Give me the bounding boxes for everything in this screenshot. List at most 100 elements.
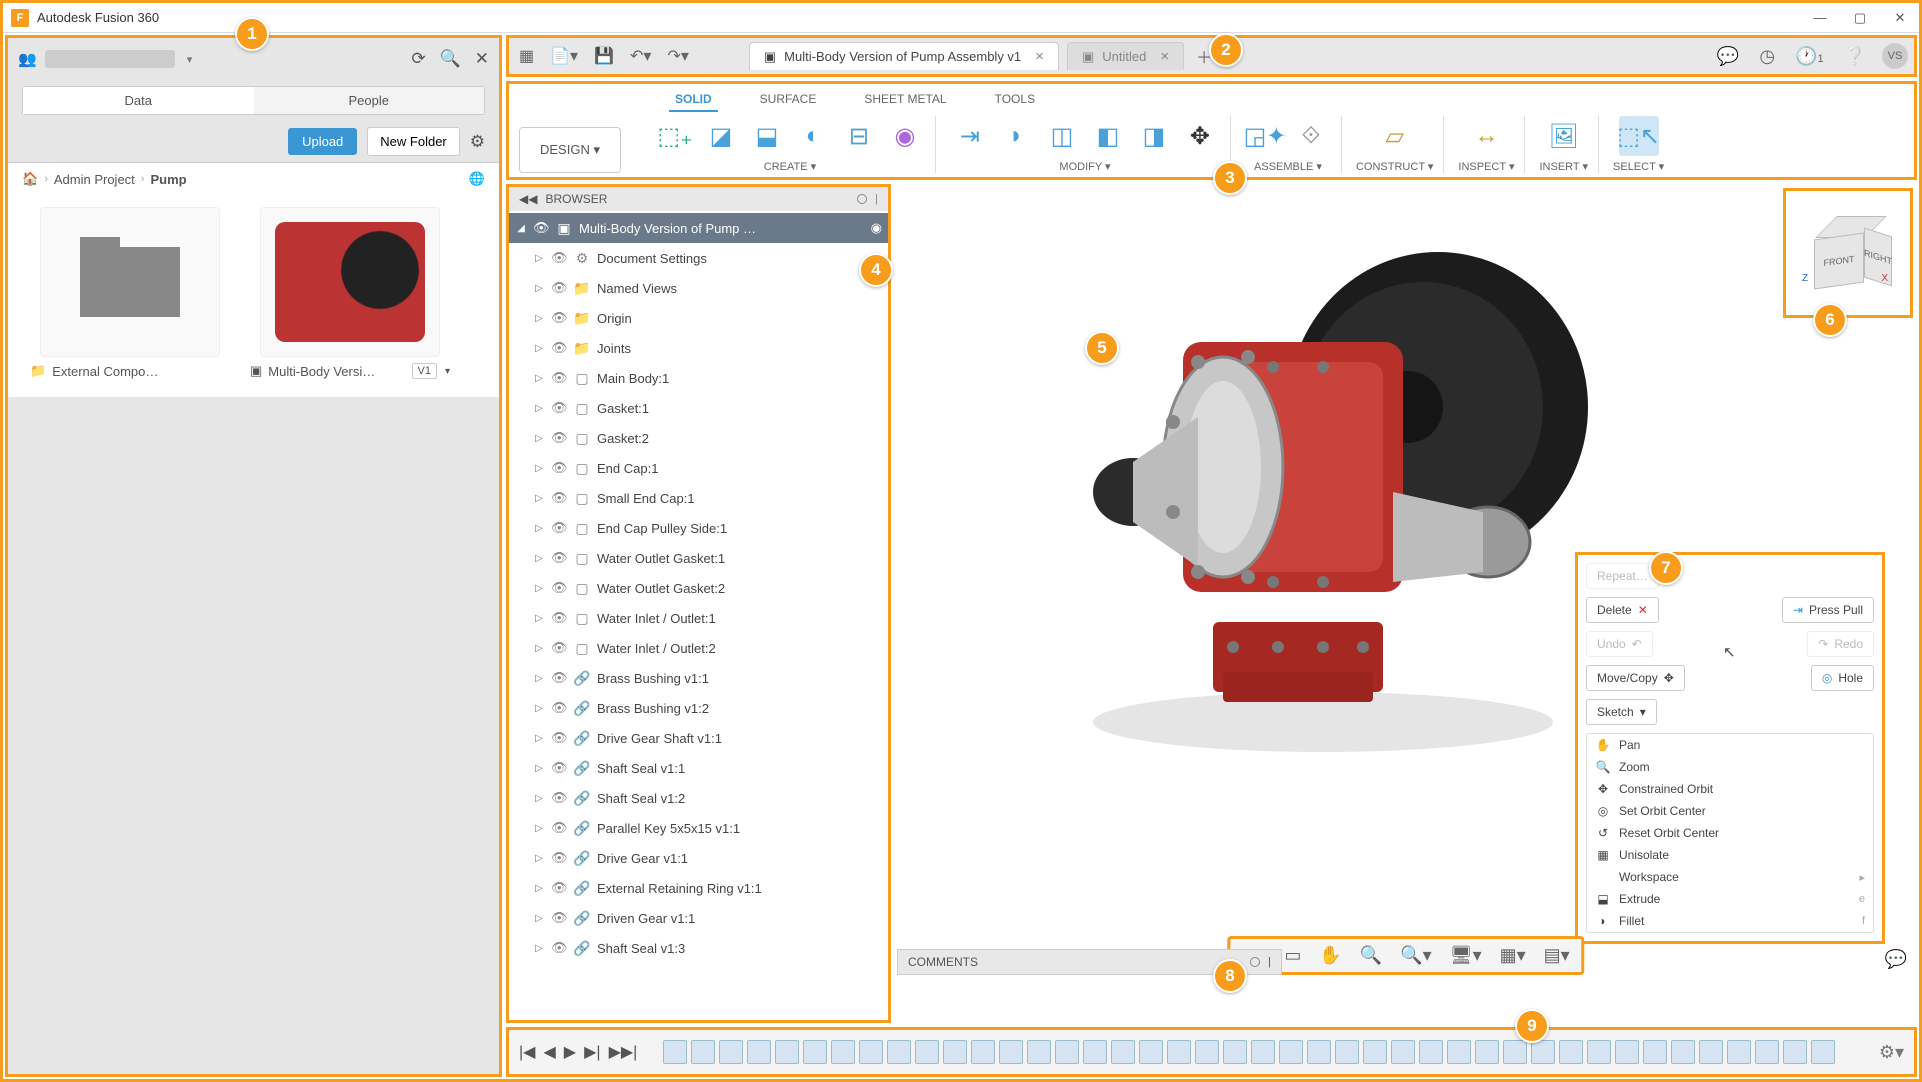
expand-icon[interactable]: ▷ [533, 823, 545, 834]
extrude-tool-icon[interactable]: ⬓ [747, 116, 787, 156]
timeline-feature[interactable] [1251, 1040, 1275, 1064]
timeline-prev-icon[interactable]: ◀ [543, 1042, 555, 1062]
component-tool-icon[interactable]: ◲✦ [1245, 116, 1285, 156]
tree-node[interactable]: ▷ 👁 🔗 Brass Bushing v1:1 [509, 663, 888, 693]
timeline-feature[interactable] [1447, 1040, 1471, 1064]
assemble-group-label[interactable]: ASSEMBLE ▾ [1254, 158, 1322, 173]
browser-pin-icon[interactable]: | [875, 193, 878, 205]
timeline-feature[interactable] [1139, 1040, 1163, 1064]
visibility-icon[interactable]: 👁 [551, 910, 567, 926]
upload-button[interactable]: Upload [288, 128, 357, 155]
timeline-feature[interactable] [915, 1040, 939, 1064]
people-tab[interactable]: People [254, 87, 485, 114]
visibility-icon[interactable]: 👁 [551, 310, 567, 326]
tree-node[interactable]: ▷ 👁 🔗 External Retaining Ring v1:1 [509, 873, 888, 903]
ctx-movecopy[interactable]: Move/Copy ✥ [1586, 665, 1685, 691]
joint-tool-icon[interactable]: ⟐ [1291, 116, 1331, 156]
tree-node[interactable]: ▷ 👁 📁 Origin [509, 303, 888, 333]
user-avatar[interactable]: VS [1882, 43, 1908, 69]
timeline-feature[interactable] [1419, 1040, 1443, 1064]
move-tool-icon[interactable]: ✥ [1180, 116, 1220, 156]
version-badge[interactable]: V1 [412, 363, 437, 379]
settings-gear-icon[interactable]: ⚙ [470, 132, 485, 152]
tree-node[interactable]: ▷ 👁 🔗 Driven Gear v1:1 [509, 903, 888, 933]
workspace-switcher[interactable]: DESIGN ▾ [519, 127, 621, 173]
ctx-item[interactable]: ✥ Constrained Orbit [1587, 778, 1873, 800]
minimize-button[interactable]: — [1809, 7, 1831, 29]
form-tool-icon[interactable]: ◉ [885, 116, 925, 156]
timeline-feature[interactable] [859, 1040, 883, 1064]
timeline-feature[interactable] [1307, 1040, 1331, 1064]
ctx-item[interactable]: ⬓ Extrude e [1587, 888, 1873, 910]
timeline-feature[interactable] [663, 1040, 687, 1064]
timeline-feature[interactable] [1811, 1040, 1835, 1064]
redo-icon[interactable]: ↷▾ [663, 46, 692, 66]
select-group-label[interactable]: SELECT ▾ [1613, 158, 1664, 173]
expand-icon[interactable]: ▷ [533, 553, 545, 564]
expand-icon[interactable]: ▷ [533, 403, 545, 414]
browser-collapse-icon[interactable]: ◀◀ [519, 192, 537, 206]
visibility-icon[interactable]: 👁 [551, 820, 567, 836]
timeline-feature[interactable] [887, 1040, 911, 1064]
ribbon-tab-surface[interactable]: SURFACE [754, 88, 823, 112]
measure-tool-icon[interactable]: ↔ [1466, 116, 1506, 156]
timeline-feature[interactable] [691, 1040, 715, 1064]
ctx-item[interactable]: Workspace ▸ [1587, 866, 1873, 888]
timeline-feature[interactable] [1335, 1040, 1359, 1064]
modify-group-label[interactable]: MODIFY ▾ [1059, 158, 1110, 173]
draft-tool-icon[interactable]: ◨ [1134, 116, 1174, 156]
comments-dot-icon[interactable] [1250, 957, 1260, 967]
display-icon[interactable]: 🖥▾ [1446, 943, 1486, 968]
tree-node[interactable]: ▷ 👁 🔗 Shaft Seal v1:1 [509, 753, 888, 783]
expand-icon[interactable]: ▷ [533, 853, 545, 864]
visibility-icon[interactable]: 👁 [551, 850, 567, 866]
visibility-icon[interactable]: 👁 [551, 580, 567, 596]
tree-node[interactable]: ▷ 👁 📁 Joints [509, 333, 888, 363]
expand-icon[interactable]: ▷ [533, 943, 545, 954]
pan-icon[interactable]: ✋ [1315, 943, 1345, 968]
construct-group-label[interactable]: CONSTRUCT ▾ [1356, 158, 1433, 173]
expand-icon[interactable]: ▷ [533, 583, 545, 594]
timeline-feature[interactable] [719, 1040, 743, 1064]
timeline-feature[interactable] [971, 1040, 995, 1064]
expand-icon[interactable]: ▷ [533, 703, 545, 714]
visibility-icon[interactable]: 👁 [551, 460, 567, 476]
ribbon-tab-tools[interactable]: TOOLS [989, 88, 1041, 112]
timeline-feature[interactable] [1615, 1040, 1639, 1064]
tab-close-0[interactable]: × [1035, 48, 1044, 65]
ctx-hole[interactable]: ◎ Hole [1811, 665, 1874, 691]
timeline-feature[interactable] [1587, 1040, 1611, 1064]
ctx-item[interactable]: ↺ Reset Orbit Center [1587, 822, 1873, 844]
lookat-icon[interactable]: ▭ [1280, 943, 1305, 968]
expand-icon[interactable]: ▷ [533, 793, 545, 804]
ctx-item[interactable]: ◎ Set Orbit Center [1587, 800, 1873, 822]
timeline-feature[interactable] [1531, 1040, 1555, 1064]
visibility-icon[interactable]: 👁 [551, 790, 567, 806]
hole-tool-icon[interactable]: ⊟ [839, 116, 879, 156]
tree-node[interactable]: ▷ 👁 ▢ End Cap:1 [509, 453, 888, 483]
revolve-tool-icon[interactable]: ◐ [793, 116, 833, 156]
timeline-settings-icon[interactable]: ⚙▾ [1879, 1042, 1904, 1063]
viewport[interactable]: Y FRONT RIGHT X Z Repeat… Delete ✕ [893, 182, 1919, 1025]
sketch-tool-icon[interactable]: ⬚₊ [655, 116, 695, 156]
expand-icon[interactable]: ▷ [533, 493, 545, 504]
create-group-label[interactable]: CREATE ▾ [764, 158, 816, 173]
fit-icon[interactable]: 🔍▾ [1396, 943, 1435, 968]
timeline-feature[interactable] [831, 1040, 855, 1064]
expand-icon[interactable]: ▷ [533, 673, 545, 684]
timeline-feature[interactable] [999, 1040, 1023, 1064]
data-tab[interactable]: Data [23, 87, 254, 114]
expand-icon[interactable]: ▷ [533, 253, 545, 264]
timeline-feature[interactable] [1055, 1040, 1079, 1064]
expand-icon[interactable]: ▷ [533, 283, 545, 294]
save-icon[interactable]: 💾 [590, 46, 618, 66]
expand-icon[interactable]: ▷ [533, 463, 545, 474]
timeline-feature[interactable] [1083, 1040, 1107, 1064]
home-icon[interactable]: 🏠 [22, 171, 38, 187]
timeline-feature[interactable] [1111, 1040, 1135, 1064]
timeline-feature[interactable] [1363, 1040, 1387, 1064]
tree-node[interactable]: ▷ 👁 ▢ Gasket:1 [509, 393, 888, 423]
tree-node[interactable]: ▷ 👁 ▢ End Cap Pulley Side:1 [509, 513, 888, 543]
tree-node[interactable]: ▷ 👁 ⚙ Document Settings [509, 243, 888, 273]
visibility-icon[interactable]: 👁 [551, 880, 567, 896]
